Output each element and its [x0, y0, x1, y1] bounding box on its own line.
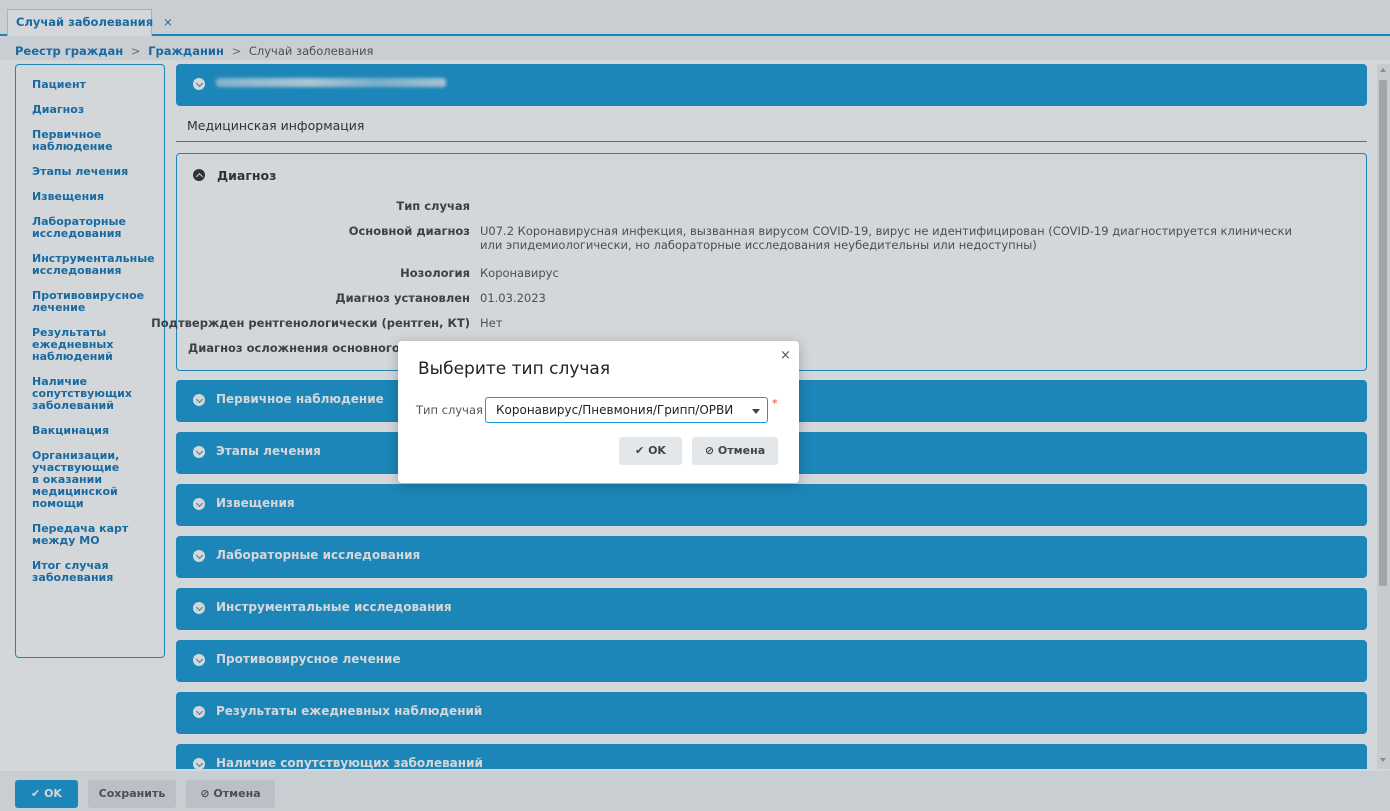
dialog-cancel-button[interactable]: ⊘ Отмена [692, 437, 778, 465]
case-type-label: Тип случая [416, 403, 483, 417]
dialog-title: Выберите тип случая [418, 359, 611, 379]
case-type-dialog: Выберите тип случая × Тип случая Коронав… [398, 341, 799, 483]
case-type-selected-value: Коронавирус/Пневмония/Грипп/ОРВИ [496, 403, 734, 417]
close-icon[interactable]: × [780, 348, 791, 363]
caret-down-icon[interactable] [752, 409, 760, 414]
dialog-ok-button[interactable]: ✔ OK [619, 437, 682, 465]
required-marker: * [772, 397, 778, 410]
case-type-select[interactable]: Коронавирус/Пневмония/Грипп/ОРВИ [485, 397, 768, 423]
